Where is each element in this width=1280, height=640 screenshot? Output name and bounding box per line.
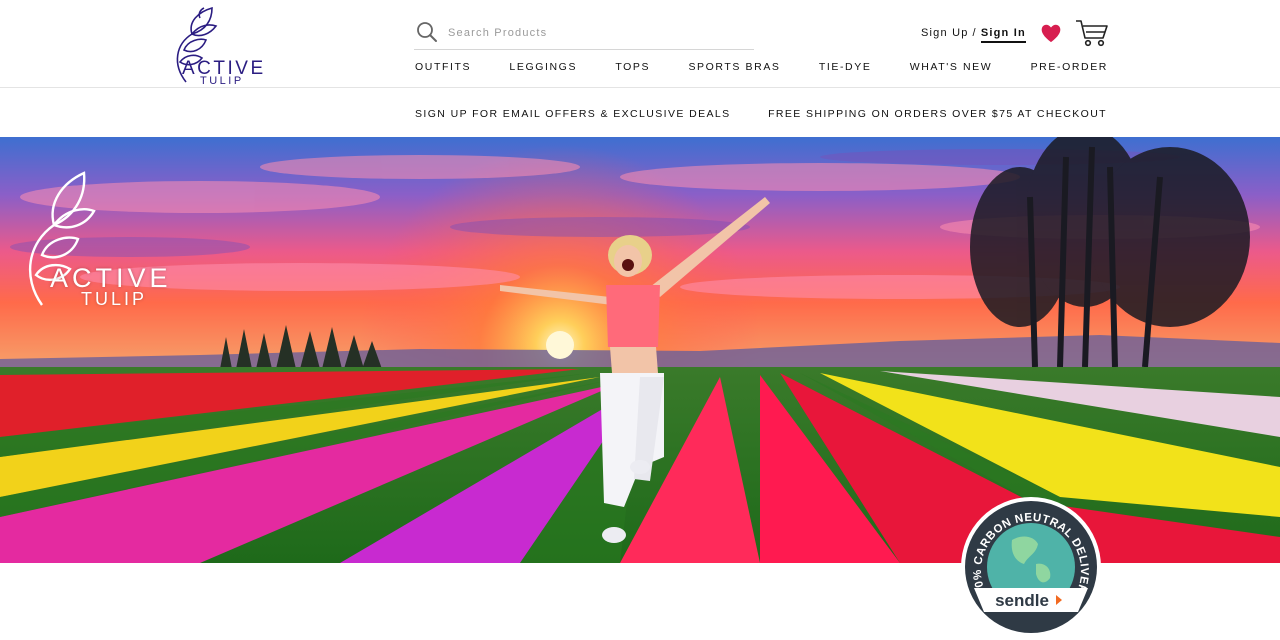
search-input[interactable] [448, 22, 738, 44]
nav-item-outfits[interactable]: OUTFITS [415, 61, 471, 75]
free-shipping-promo: FREE SHIPPING ON ORDERS OVER $75 AT CHEC… [768, 108, 1107, 120]
nav-item-sports-bras[interactable]: SPORTS BRAS [688, 61, 780, 75]
nav-item-tops[interactable]: TOPS [615, 61, 650, 75]
cart-icon[interactable] [1075, 18, 1109, 48]
main-nav: OUTFITS LEGGINGS TOPS SPORTS BRAS TIE-DY… [415, 61, 1108, 75]
brand-logo[interactable]: ACTIVE TULIP [170, 4, 270, 87]
signup-link[interactable]: Sign Up [921, 27, 969, 39]
search-bar [414, 18, 754, 50]
account-links: Sign Up / Sign In [921, 27, 1026, 43]
site-header: ACTIVE TULIP Sign Up/Sign In OUTFITS LEG… [0, 0, 1280, 88]
hero-logo-text-tulip: TULIP [81, 289, 148, 309]
heart-icon[interactable] [1040, 22, 1062, 44]
email-signup-promo[interactable]: SIGN UP FOR EMAIL OFFERS & EXCLUSIVE DEA… [415, 108, 731, 120]
account-separator: / [972, 27, 977, 39]
nav-item-whats-new[interactable]: WHAT'S NEW [910, 61, 993, 75]
logo-text-tulip: TULIP [200, 75, 244, 87]
nav-item-pre-order[interactable]: PRE-ORDER [1031, 61, 1108, 75]
nav-item-leggings[interactable]: LEGGINGS [509, 61, 577, 75]
signin-link[interactable]: Sign In [980, 27, 1026, 43]
nav-item-tie-dye[interactable]: TIE-DYE [819, 61, 872, 75]
sendle-badge-icon: 100% CARBON NEUTRAL DELIVERY sendle [956, 487, 1101, 637]
search-icon[interactable] [416, 21, 438, 43]
carbon-neutral-badge[interactable]: 100% CARBON NEUTRAL DELIVERY sendle [956, 487, 1102, 638]
badge-brand-text: sendle [995, 591, 1049, 610]
